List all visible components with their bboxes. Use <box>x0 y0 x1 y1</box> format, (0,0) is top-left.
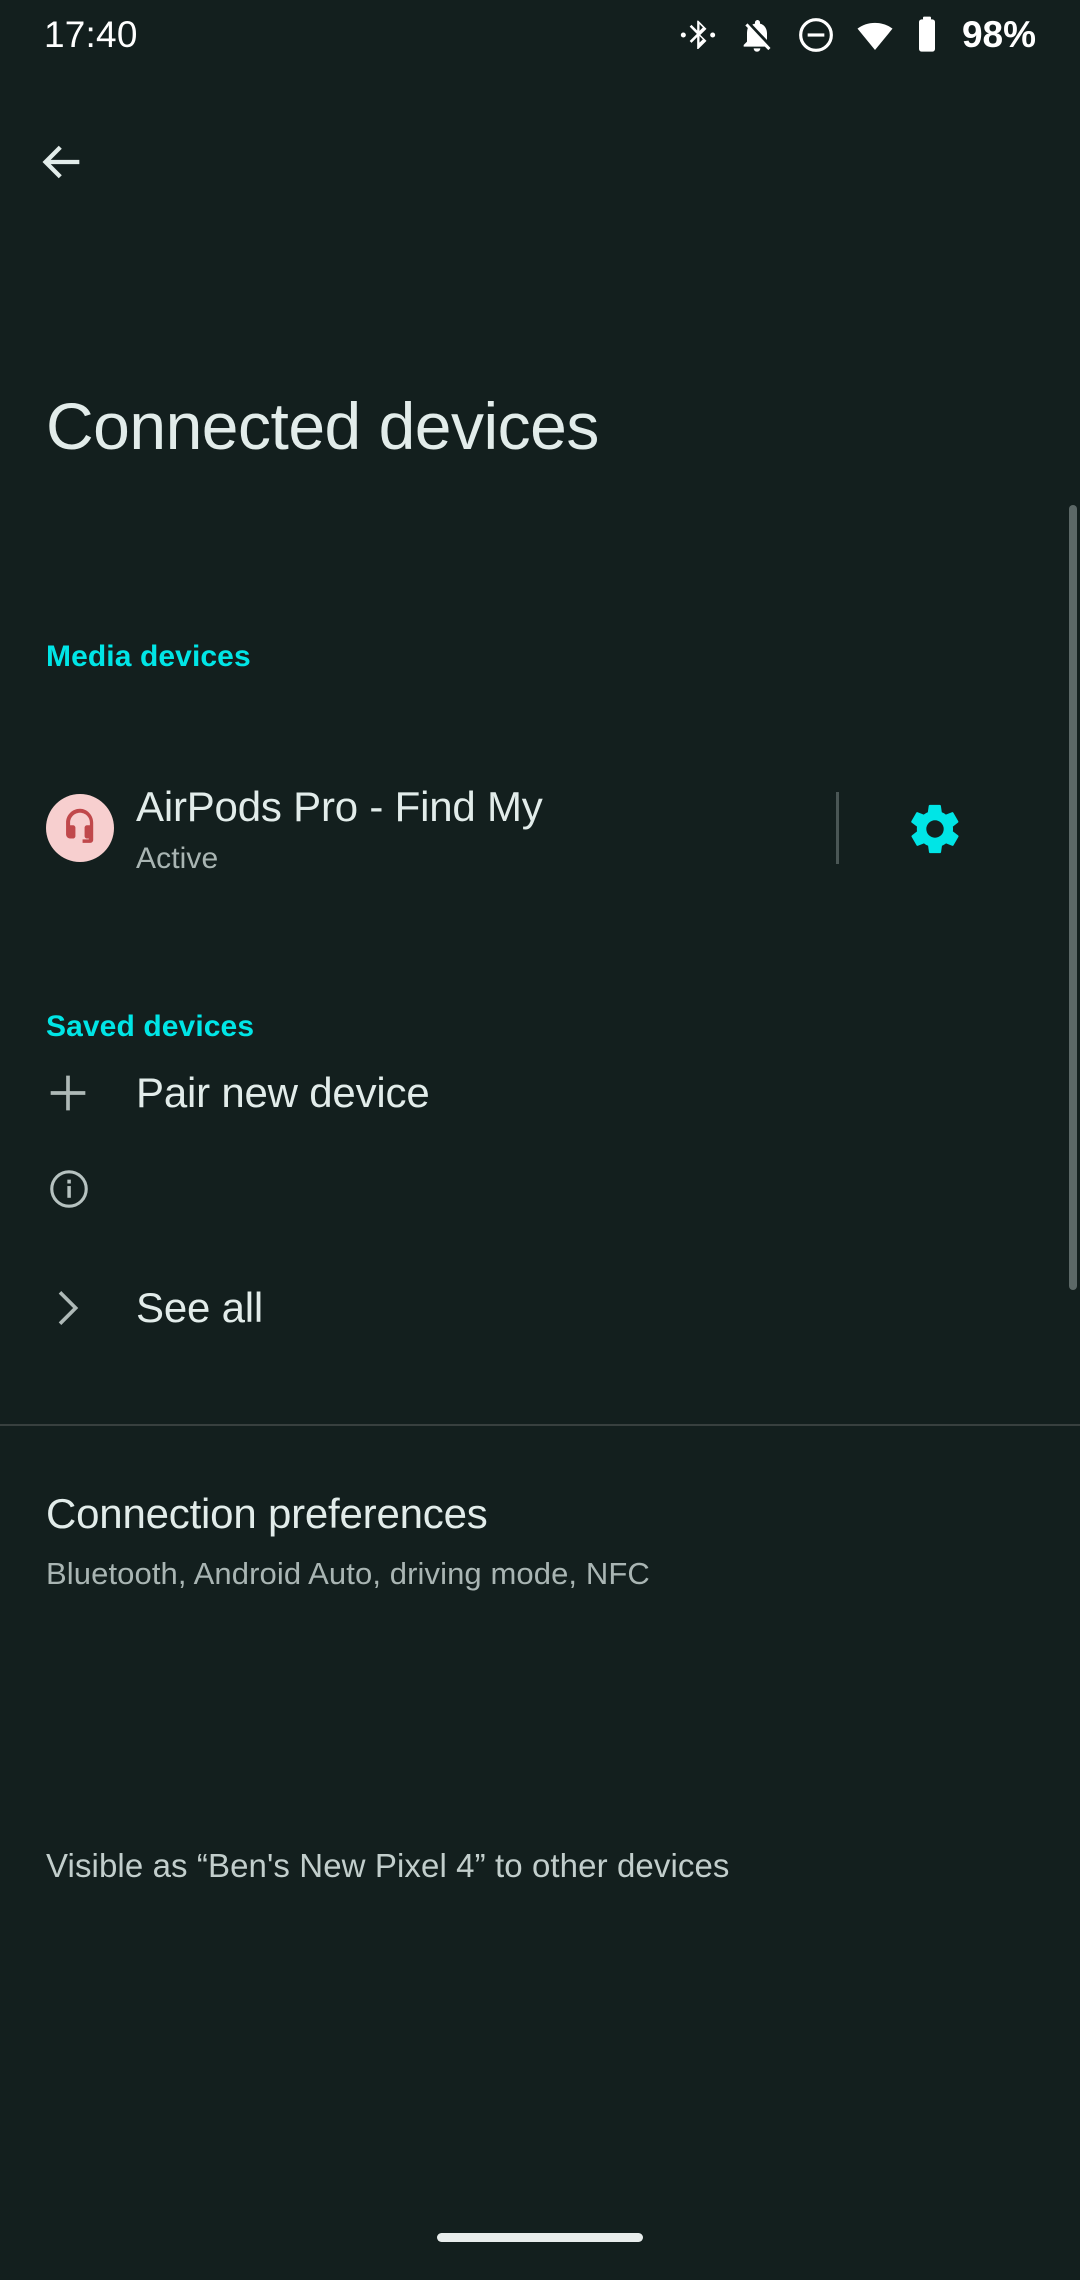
device-text-block: AirPods Pro - Find My Active <box>136 782 796 876</box>
plus-icon <box>0 1067 136 1119</box>
battery-percent-label: 98% <box>961 14 1036 55</box>
do-not-disturb-icon <box>796 15 836 55</box>
see-all-row[interactable]: See all <box>0 1253 1080 1363</box>
page-title: Connected devices <box>46 389 599 463</box>
status-bar: 17:40 98% <box>0 0 1080 70</box>
see-all-label: See all <box>136 1284 264 1331</box>
headset-icon <box>58 804 102 853</box>
visibility-text: Visible as “Ben's New Pixel 4” to other … <box>46 1847 730 1884</box>
section-header-saved-devices: Saved devices <box>46 1010 255 1043</box>
device-settings-button[interactable] <box>880 786 990 876</box>
connected-devices-screen: 17:40 98% Connected devices Media device… <box>0 0 1080 2280</box>
pair-new-device-label: Pair new device <box>136 1069 430 1116</box>
device-name: AirPods Pro - Find My <box>136 783 543 830</box>
back-button[interactable] <box>26 128 98 200</box>
section-divider <box>0 1424 1080 1426</box>
notifications-off-icon <box>737 15 777 55</box>
info-icon <box>47 1167 91 1216</box>
wifi-icon <box>855 15 895 55</box>
device-row-airpods[interactable]: AirPods Pro - Find My Active <box>0 758 1080 906</box>
pair-new-device-row[interactable]: Pair new device <box>0 1038 1080 1148</box>
chevron-right-icon <box>0 1285 136 1331</box>
gear-icon <box>906 800 964 863</box>
connection-preferences-subtitle: Bluetooth, Android Auto, driving mode, N… <box>46 1556 650 1591</box>
connection-preferences-row[interactable]: Connection preferences Bluetooth, Androi… <box>46 1490 1006 1592</box>
scrollbar-thumb[interactable] <box>1069 505 1077 1290</box>
connection-preferences-title: Connection preferences <box>46 1490 488 1537</box>
arrow-left-icon <box>36 136 88 193</box>
status-bar-icons: 98% <box>678 14 1036 56</box>
status-bar-clock: 17:40 <box>44 14 138 55</box>
battery-icon <box>914 15 940 55</box>
vertical-divider <box>836 792 839 864</box>
section-header-media-devices: Media devices <box>46 640 251 673</box>
home-indicator[interactable] <box>437 2233 643 2242</box>
bluetooth-connected-icon <box>678 15 718 55</box>
device-status: Active <box>136 841 219 875</box>
avatar <box>46 794 114 862</box>
